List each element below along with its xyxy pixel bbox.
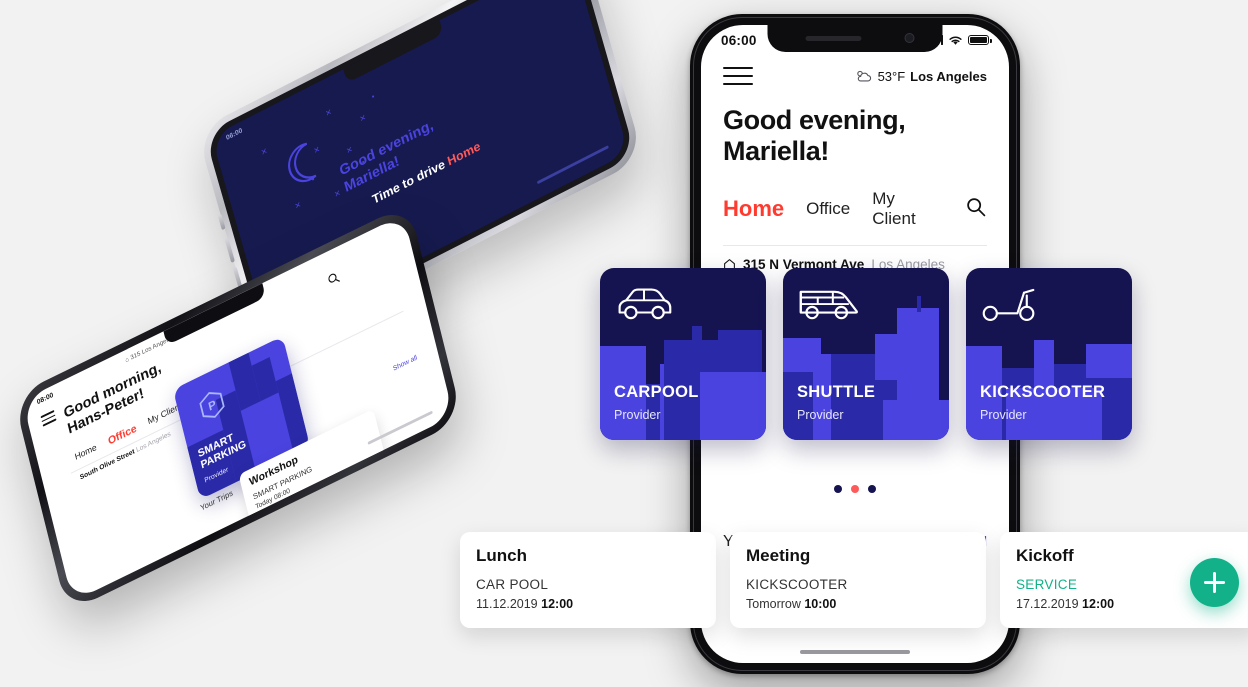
header-row: 53°F Los Angeles: [723, 67, 987, 86]
star-decoration: ✕: [293, 200, 303, 212]
car-icon: [618, 288, 672, 320]
weather-widget: 53°F Los Angeles: [854, 69, 987, 84]
greeting-line-2: Mariella!: [723, 135, 829, 166]
trip-mode: CAR POOL: [476, 577, 549, 592]
trip-time: 12:00: [541, 597, 574, 611]
tab-office[interactable]: Office: [806, 199, 850, 221]
star-decoration: ●: [371, 93, 376, 101]
notch: [767, 25, 943, 52]
search-icon[interactable]: [965, 196, 987, 218]
service-card-kickscooter[interactable]: KICKSCOOTER Provider: [966, 268, 1132, 440]
tab-home[interactable]: Home: [723, 196, 784, 224]
scene: 06:00 ✕ ✕ ✕ ✕ ✕ ✕ ✕ ● ● ● Good evening,: [0, 0, 1248, 687]
cloud-sun-icon: [856, 70, 871, 82]
star-decoration: ✕: [324, 107, 333, 119]
service-cards-carousel: CARPOOL Provider SHUTTLE Provider KICKSC…: [600, 268, 1132, 440]
carousel-dot-active[interactable]: [851, 485, 859, 493]
service-card-subtitle: Provider: [614, 408, 661, 422]
trip-time: 10:00: [804, 597, 837, 611]
carousel-dot[interactable]: [868, 485, 876, 493]
home-indicator: [536, 145, 609, 185]
battery-full-icon: [968, 34, 992, 46]
trip-card-meeting[interactable]: Meeting KICKSCOOTER Tomorrow 10:00: [730, 532, 986, 628]
star-decoration: ✕: [260, 146, 269, 158]
volume-up-button[interactable]: [224, 237, 235, 264]
trip-when: 11.12.2019 12:00: [476, 597, 700, 611]
service-card-carpool[interactable]: CARPOOL Provider: [600, 268, 766, 440]
trips-carousel: Lunch CAR POOL 11.12.2019 12:00 Meeting …: [460, 532, 1248, 628]
hamburger-menu-icon[interactable]: [723, 67, 753, 86]
weather-city: Los Angeles: [910, 68, 987, 84]
earpiece-speaker: [805, 36, 862, 41]
greeting-line-1: Good evening,: [723, 105, 906, 136]
notch: [343, 20, 444, 83]
service-card-subtitle: Provider: [980, 408, 1027, 422]
kickscooter-icon: [982, 288, 1035, 321]
svg-text:P: P: [207, 398, 217, 414]
page-title: Good evening, Mariella!: [723, 105, 987, 167]
hamburger-menu-icon[interactable]: [40, 409, 58, 429]
mute-switch[interactable]: [217, 213, 226, 231]
van-icon: [799, 290, 858, 320]
tab-my-client[interactable]: My Client: [872, 189, 943, 231]
trip-date: 17.12.2019: [1016, 597, 1079, 611]
star-decoration: ✕: [345, 144, 354, 156]
show-all-link[interactable]: Show all: [392, 355, 417, 373]
front-camera: [904, 33, 915, 43]
service-card-title: KICKSCOOTER: [980, 383, 1106, 401]
service-card-subtitle: Provider: [797, 408, 844, 422]
service-card-shuttle[interactable]: SHUTTLE Provider: [783, 268, 949, 440]
trip-date: 11.12.2019: [476, 597, 538, 611]
add-trip-fab[interactable]: [1190, 558, 1239, 607]
search-button[interactable]: [965, 196, 987, 223]
wifi-icon: [949, 36, 962, 45]
trip-card-lunch[interactable]: Lunch CAR POOL 11.12.2019 12:00: [460, 532, 716, 628]
trip-date: Tomorrow: [746, 597, 801, 611]
star-decoration: ✕: [358, 112, 367, 124]
carousel-indicator: [701, 485, 1009, 493]
trip-title: Meeting: [746, 546, 811, 565]
status-time: 06:00: [721, 32, 757, 48]
service-card-title: CARPOOL: [614, 383, 699, 401]
star-decoration: ✕: [333, 188, 342, 200]
search-icon[interactable]: [326, 269, 342, 288]
tab-office[interactable]: Office: [107, 423, 138, 448]
trip-title: Lunch: [476, 546, 527, 565]
trip-when: Tomorrow 10:00: [746, 597, 970, 611]
weather-temperature: 53°F: [877, 68, 906, 84]
service-card-title: SHUTTLE: [797, 383, 876, 401]
crescent-moon-icon: [288, 142, 317, 183]
status-time: 08:00: [36, 391, 55, 407]
trip-time: 12:00: [1082, 597, 1115, 611]
trip-mode: KICKSCOOTER: [746, 577, 848, 592]
tab-bar: Home Office My Client: [723, 189, 987, 231]
carousel-dot[interactable]: [834, 485, 842, 493]
address-locality: Los Angeles: [135, 430, 172, 455]
app-header: 53°F Los Angeles Good evening, Mariella!…: [701, 25, 1009, 246]
home-indicator: [800, 649, 910, 654]
status-time: 06:00: [225, 127, 244, 142]
notch: [163, 283, 266, 346]
drive-cta-destination: Home: [445, 138, 482, 169]
